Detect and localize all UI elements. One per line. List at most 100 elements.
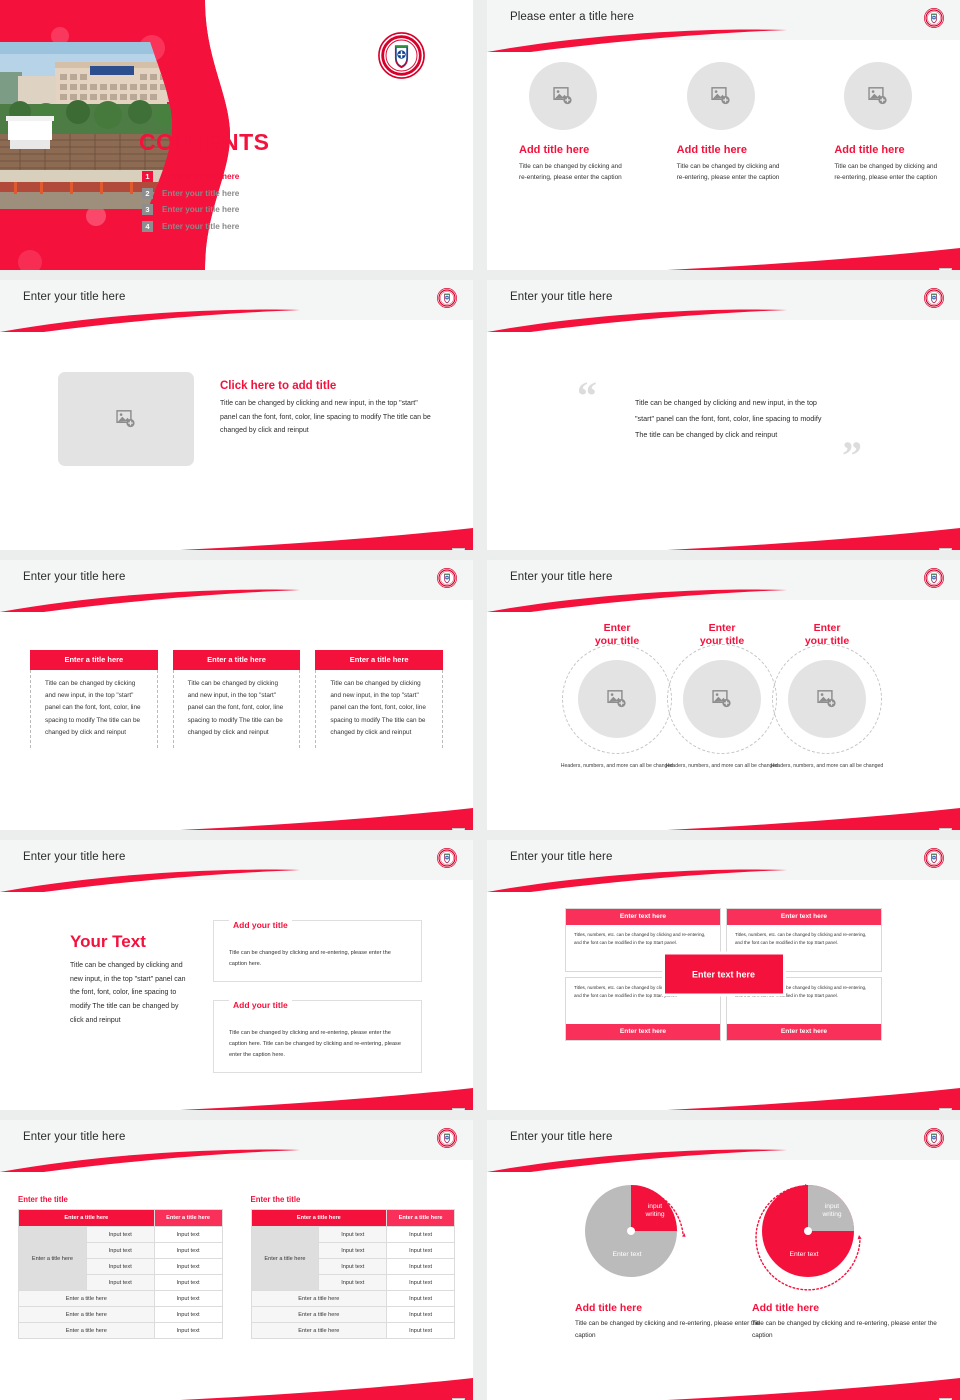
feature-body: Title can be changed by clicking and re-… (676, 163, 780, 182)
content-heading[interactable]: Click here to add title (220, 380, 436, 392)
image-placeholder[interactable] (844, 62, 913, 130)
table-cell: Input text (153, 1242, 223, 1259)
column-body: Title can be changed by clicking and new… (172, 669, 301, 748)
image-placeholder-icon (553, 87, 573, 105)
pie-body: Title can be changed by clicking and re-… (575, 1320, 760, 1340)
table-cell: Enter a title here (250, 1290, 388, 1307)
column-body: Title can be changed by clicking and new… (30, 669, 158, 748)
logo-icon (924, 848, 944, 868)
table-header-cell: Enter a title here (18, 1209, 155, 1227)
feature-heading: Add title here (676, 144, 747, 156)
table-cell: Input text (85, 1242, 155, 1259)
slide-quote[interactable]: Enter your title here “ Title can be cha… (487, 280, 960, 550)
image-placeholder[interactable] (686, 62, 755, 130)
logo-icon (924, 568, 944, 588)
table-block: Enter the title Enter a title here Enter… (18, 1195, 223, 1339)
image-placeholder[interactable] (683, 660, 761, 738)
page-title: Enter your title here (510, 1131, 613, 1143)
slide-tables[interactable]: Enter your title here Enter the title En… (0, 1120, 473, 1400)
image-placeholder[interactable] (788, 660, 866, 738)
slide-three-columns[interactable]: Enter your title here Enter a title here… (0, 560, 473, 830)
table-cell: Input text (318, 1226, 388, 1243)
column-heading: Enter a title here (30, 650, 158, 670)
page-number: 4 (452, 548, 465, 550)
quote-close-icon: ” (842, 433, 862, 478)
ring-caption: Headers, numbers, and more can all be ch… (770, 763, 884, 769)
text-card[interactable]: Add your title Title can be changed by c… (213, 920, 422, 982)
column-set: Enter a title here Title can be changed … (30, 650, 444, 748)
ring-caption: Headers, numbers, and more can all be ch… (665, 763, 779, 769)
table-cell: Enter a title here (250, 1306, 388, 1323)
ring-caption: Headers, numbers, and more can all be ch… (560, 763, 674, 769)
feature-body: Title can be changed by clicking and re-… (519, 163, 622, 182)
pie-chart-set: input writing Enter text Add title here … (487, 1168, 960, 1400)
cell-bar: Enter text here (727, 909, 881, 925)
data-table[interactable]: Enter a title here Enter a title here En… (250, 1209, 456, 1339)
logo-icon (437, 1128, 457, 1148)
feature-column[interactable]: Add title here Title can be changed by c… (487, 62, 645, 183)
cell-bar: Enter text here (566, 909, 720, 925)
quote-open-icon: “ (577, 373, 597, 418)
text-card[interactable]: Add your title Title can be changed by c… (213, 999, 422, 1073)
table-cell: Input text (386, 1258, 455, 1275)
slide-circle-rings[interactable]: Enter your title here Enter your title He… (487, 560, 960, 830)
table-cell: Input text (85, 1274, 155, 1291)
feature-heading: Add title here (834, 144, 905, 156)
pie-chart-1: input writing Enter text (585, 1185, 686, 1277)
logo-icon (924, 288, 944, 308)
table-cell: Input text (153, 1290, 223, 1307)
table-header-row: Enter a title here Enter a title here (250, 1209, 455, 1227)
table-header-row: Enter a title here Enter a title here (18, 1209, 223, 1227)
footer-curve-decoration (667, 248, 960, 270)
contents-number: 3 (142, 204, 153, 216)
card-list: Add your title Title can be changed by c… (213, 920, 422, 1091)
slide-pie-charts[interactable]: Enter your title here input writing Ente… (487, 1120, 960, 1400)
content-column[interactable]: Enter a title here Title can be changed … (315, 650, 444, 748)
contents-item-4[interactable]: 4 Enter your title here (142, 220, 239, 232)
contents-label: Enter your title here (162, 188, 240, 198)
image-placeholder[interactable] (578, 660, 656, 738)
contents-item-2[interactable]: 2 Enter your title here (142, 187, 240, 199)
data-table[interactable]: Enter a title here Enter a title here En… (18, 1209, 223, 1339)
table-cell: Input text (386, 1274, 455, 1291)
slide-quad-grid[interactable]: Enter your title here Enter text here Ti… (487, 840, 960, 1110)
slide-your-text[interactable]: Enter your title here Your Text Title ca… (0, 840, 473, 1110)
pie-heading: Add title here (752, 1302, 820, 1314)
slide-cover[interactable]: CONTENTS 1 Enter your title here 2 Enter… (0, 0, 473, 270)
image-placeholder-icon (817, 690, 837, 708)
image-placeholder[interactable] (529, 62, 597, 130)
left-heading[interactable]: Your Text (70, 932, 190, 952)
pie-caption-block: Add title here Title can be changed by c… (575, 1302, 765, 1343)
contents-title: CONTENTS (139, 129, 270, 155)
table-block: Enter the title Enter a title here Enter… (251, 1195, 456, 1339)
table-row: Enter a title here Input text (18, 1322, 223, 1339)
card-heading: Add your title (229, 920, 292, 930)
cell-bar: Enter text here (727, 1023, 881, 1040)
table-cell: Input text (386, 1242, 455, 1259)
table-cell: Input text (386, 1322, 455, 1339)
pie-chart-block[interactable]: input writing Enter text Add title here … (752, 1176, 942, 1343)
slice-label-1a: input (648, 1203, 662, 1210)
table-row: Enter a title here Input text (18, 1290, 223, 1307)
feature-column[interactable]: Add title here Title can be changed by c… (802, 62, 960, 183)
contents-item-1[interactable]: 1 Enter your title here (142, 171, 239, 182)
table-cell: Enter a title here (18, 1290, 155, 1307)
text-block: Click here to add title Title can be cha… (220, 380, 436, 438)
center-callout[interactable]: Enter text here (661, 951, 786, 997)
content-column[interactable]: Enter a title here Title can be changed … (30, 650, 158, 748)
pie-body: Title can be changed by clicking and re-… (752, 1320, 937, 1340)
image-placeholder-icon (868, 87, 888, 105)
feature-column[interactable]: Add title here Title can be changed by c… (645, 62, 803, 183)
ring-heading: Enter your title (804, 622, 850, 648)
table-cell: Input text (85, 1226, 155, 1243)
footer-curve-decoration (180, 1378, 473, 1400)
slide-image-text[interactable]: Enter your title here Click here to add … (0, 280, 473, 550)
contents-item-3[interactable]: 3 Enter your title here (142, 204, 239, 216)
contents-list: 1 Enter your title here 2 Enter your tit… (142, 171, 239, 237)
pie-chart-block[interactable]: input writing Enter text Add title here … (575, 1176, 765, 1343)
image-placeholder[interactable] (58, 372, 194, 466)
slide-three-circles[interactable]: Please enter a title here Add title here… (487, 0, 960, 270)
column-heading: Enter a title here (172, 650, 301, 670)
content-column[interactable]: Enter a title here Title can be changed … (172, 650, 301, 748)
slice-label-2b: Enter text (789, 1251, 818, 1258)
